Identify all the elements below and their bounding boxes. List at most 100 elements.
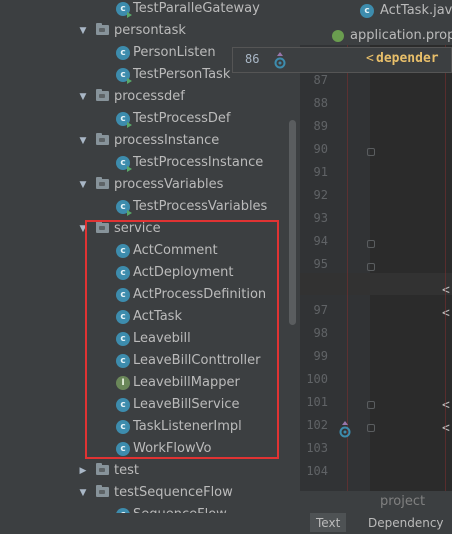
tree-item-label: ActTask (133, 309, 182, 324)
run-marker-icon (127, 12, 132, 18)
tree-item-label: ActDeployment (133, 265, 234, 280)
project-tree[interactable]: c TestParalleGateway ▼ persontask c PersonLis… (0, 0, 292, 532)
package-folder-icon (96, 463, 109, 475)
tree-item-TestProcessInstance[interactable]: c TestProcessInstance (0, 152, 290, 174)
tree-scrollbar[interactable] (289, 120, 296, 325)
code-editor[interactable]: c ActTask.java application.prope 87 88 89 9… (300, 0, 452, 532)
hint-text: depender (376, 51, 439, 66)
tree-item-TestParalleGateway[interactable]: c TestParalleGateway (0, 0, 290, 20)
fold-marker-icon[interactable] (367, 401, 375, 409)
package-folder-icon (96, 485, 109, 497)
chevron-down-icon[interactable]: ▼ (78, 218, 88, 240)
line-number: 103 (306, 441, 328, 455)
tree-item-LeavebillMapper[interactable]: I LeavebillMapper (0, 372, 290, 394)
tree-folder-service[interactable]: ▼ service (0, 218, 290, 240)
hint-line-number: 86 (245, 52, 260, 66)
tree-folder-test[interactable]: ▶ test (0, 460, 290, 482)
line-number: 98 (313, 326, 328, 340)
tree-item-label: processInstance (114, 133, 220, 148)
tree-item-LeaveBillService[interactable]: c LeaveBillService (0, 394, 290, 416)
chevron-down-icon[interactable]: ▼ (78, 174, 88, 196)
package-folder-icon (96, 133, 109, 145)
tree-item-ActDeployment[interactable]: c ActDeployment (0, 262, 290, 284)
class-icon: c (116, 442, 130, 456)
interface-icon: I (116, 376, 130, 390)
tree-item-label: TestProcessDef (133, 111, 231, 126)
fold-marker-icon[interactable] (367, 240, 375, 248)
class-icon: c (360, 4, 374, 18)
bottom-tab-text[interactable]: Text (310, 513, 347, 532)
bottom-tab-dependency[interactable]: Dependency (362, 513, 450, 532)
editor-status-bar: project (300, 491, 452, 513)
fold-marker-icon[interactable] (367, 148, 375, 156)
tree-item-ActTask[interactable]: c ActTask (0, 306, 290, 328)
tree-item-label: TestParalleGateway (133, 1, 260, 16)
tree-item-WorkFlowVo[interactable]: c WorkFlowVo (0, 438, 290, 460)
tree-item-label: ActProcessDefinition (133, 287, 267, 302)
package-folder-icon (96, 221, 109, 233)
tree-item-label: TestProcessInstance (133, 155, 264, 170)
line-number: 97 (313, 303, 328, 317)
class-icon: c (116, 420, 130, 434)
tree-folder-testSequenceFlow[interactable]: ▼ testSequenceFlow (0, 482, 290, 504)
tree-item-TaskListenerImpl[interactable]: c TaskListenerImpl (0, 416, 290, 438)
line-number: 99 (313, 349, 328, 363)
tree-item-label: LeavebillMapper (133, 375, 240, 390)
tree-item-TestProcessVariables[interactable]: c TestProcessVariables (0, 196, 290, 218)
class-icon: c (116, 266, 130, 280)
package-folder-icon (96, 89, 109, 101)
status-project-label: project (380, 494, 426, 509)
chevron-down-icon[interactable]: ▼ (78, 482, 88, 504)
class-icon: c (116, 112, 132, 128)
current-line-highlight (300, 273, 452, 295)
line-number: 104 (306, 464, 328, 478)
run-marker-icon (127, 210, 132, 216)
line-number: 88 (313, 96, 328, 110)
run-marker-icon (127, 166, 132, 172)
line-number: 90 (313, 142, 328, 156)
tree-item-Leavebill[interactable]: c Leavebill (0, 328, 290, 350)
chevron-down-icon[interactable]: ▼ (78, 130, 88, 152)
line-number: 89 (313, 119, 328, 133)
line-number: 101 (306, 395, 328, 409)
run-marker-icon (127, 78, 132, 84)
tree-item-label: processVariables (114, 177, 224, 192)
hint-bracket: < (366, 51, 374, 66)
tree-item-label: TestPersonTask (133, 67, 231, 82)
chevron-down-icon[interactable]: ▼ (78, 20, 88, 42)
fold-marker-icon[interactable] (367, 424, 375, 432)
line-number: 102 (306, 418, 328, 432)
spring-icon (332, 30, 344, 42)
chevron-right-icon[interactable]: ▶ (78, 460, 88, 482)
class-icon: c (116, 156, 132, 172)
tree-folder-processdef[interactable]: ▼ processdef (0, 86, 290, 108)
tree-folder-processVariables[interactable]: ▼ processVariables (0, 174, 290, 196)
tree-item-label: persontask (114, 23, 186, 38)
line-number: 100 (306, 372, 328, 386)
tree-folder-persontask[interactable]: ▼ persontask (0, 20, 290, 42)
tree-item-label: ActComment (133, 243, 218, 258)
tree-item-label: WorkFlowVo (133, 441, 212, 456)
line-number: 94 (313, 234, 328, 248)
editor-tabs: c ActTask.java application.prope (300, 0, 452, 45)
class-icon: c (116, 354, 130, 368)
tree-item-TestProcessDef[interactable]: c TestProcessDef (0, 108, 290, 130)
tree-item-label: PersonListen (133, 45, 216, 60)
class-icon: c (116, 332, 130, 346)
code-hint-popup: 86 < depender (232, 47, 452, 73)
tree-item-label: processdef (114, 89, 185, 104)
chevron-down-icon[interactable]: ▼ (78, 86, 88, 108)
tree-item-LeaveBillConttroller[interactable]: c LeaveBillConttroller (0, 350, 290, 372)
line-number: 92 (313, 188, 328, 202)
run-marker-icon (127, 122, 132, 128)
implementation-gutter-icon[interactable] (338, 420, 351, 438)
fold-marker-icon[interactable] (367, 263, 375, 271)
tree-item-label: LeaveBillService (133, 397, 240, 412)
tree-item-label: Leavebill (133, 331, 191, 346)
tree-item-ActProcessDefinition[interactable]: c ActProcessDefinition (0, 284, 290, 306)
class-icon: c (116, 2, 132, 18)
class-icon: c (116, 244, 130, 258)
tree-folder-processInstance[interactable]: ▼ processInstance (0, 130, 290, 152)
line-number: 93 (313, 211, 328, 225)
tree-item-ActComment[interactable]: c ActComment (0, 240, 290, 262)
